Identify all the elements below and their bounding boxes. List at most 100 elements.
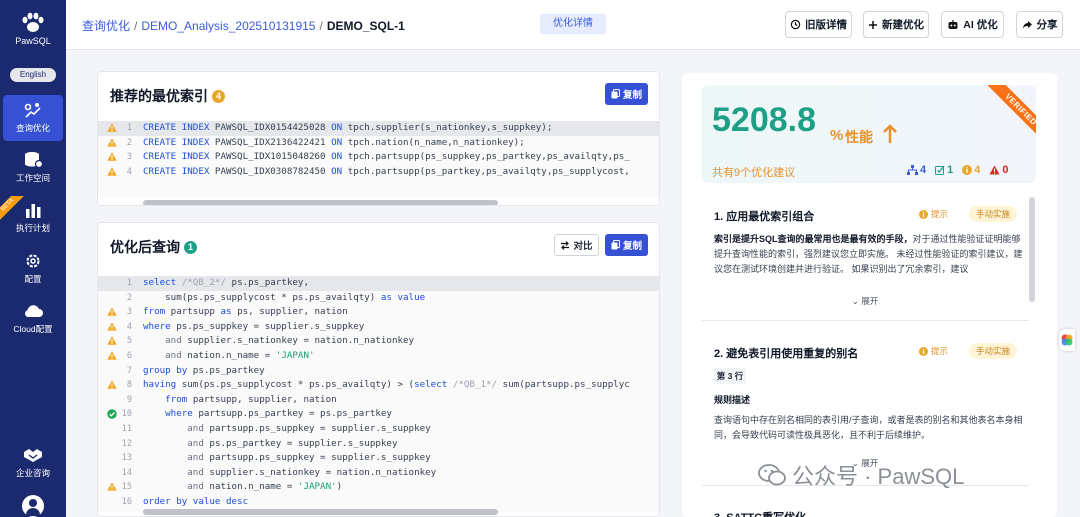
- query-optimize-icon: [24, 103, 41, 118]
- legacy-detail-button[interactable]: 旧版详情: [785, 11, 852, 38]
- breadcrumb-query-optimize[interactable]: 查询优化: [82, 19, 130, 33]
- beta-badge: BETA: [0, 196, 24, 220]
- suggestion-stats: 4 1 4 0: [907, 164, 1009, 176]
- code-line: 3 from partsupp as ps, supplier, nation: [98, 305, 659, 320]
- nav-config[interactable]: 配置: [3, 246, 63, 292]
- floating-assistant-button[interactable]: [1059, 329, 1075, 351]
- code-line: 14 and supplier.s_nationkey = nation.n_n…: [121, 466, 437, 478]
- stat-index: 4: [907, 164, 926, 176]
- new-optimize-button[interactable]: 新建优化: [863, 11, 929, 38]
- top-bar: 查询优化 / DEMO_Analysis_202510131915/DEMO_SQL…: [66, 0, 1080, 50]
- nav-label: 执行计划: [15, 223, 50, 233]
- suggestion-2-tip: 提示: [919, 345, 948, 357]
- nav-label: 企业咨询: [15, 468, 50, 478]
- edit-check-icon: [935, 165, 945, 175]
- detail-tag: 优化详情: [540, 14, 606, 34]
- swap-arrows-icon: [561, 240, 570, 250]
- pinwheel-icon: [1061, 334, 1073, 346]
- arrow-up-icon: [883, 124, 897, 143]
- check-circle-icon: [107, 409, 117, 420]
- nav-label: 配置: [24, 274, 42, 284]
- warning-triangle-icon: [107, 336, 117, 346]
- copy-index-button[interactable]: 复制: [605, 83, 648, 105]
- user-avatar[interactable]: [22, 495, 44, 517]
- suggestion-count: 共有9个优化建议: [712, 167, 796, 179]
- performance-summary: 5208.8 % 性能 共有9个优化建议 4 1 4 0 VERIFIED: [702, 85, 1036, 183]
- nav-query-optimize[interactable]: 查询优化: [3, 95, 63, 141]
- warning-triangle-icon: [107, 137, 117, 147]
- brand-name: PawSQL: [15, 36, 51, 46]
- compare-label: 对比: [573, 241, 593, 252]
- code-line: 1 select /*QB_2*/ ps.ps_partkey,: [98, 276, 659, 291]
- warning-triangle-icon: [107, 167, 117, 176]
- index-code-editor[interactable]: 1 CREATE INDEX PAWSQL_IDX0154425028 ON tp…: [98, 121, 659, 197]
- code-line: 13 and partsupp.ps_suppkey = supplier.s_…: [121, 452, 431, 464]
- warning-triangle-icon: [107, 351, 117, 360]
- optimization-summary-panel: 5208.8 % 性能 共有9个优化建议 4 1 4 0 VERIFIED 1.…: [682, 73, 1057, 517]
- suggestion-1-body: 索引是提升SQL查询的最常用也是最有效的手段，对于通过性能验证证明能够提升查询性…: [714, 234, 1023, 274]
- stat-rewrite: 1: [935, 164, 953, 176]
- suggestion-list-scrollbar[interactable]: [1029, 197, 1035, 302]
- performance-value: 5208.8: [712, 101, 816, 139]
- code-line: 3 CREATE INDEX PAWSQL_IDX1015048260 ON tp…: [98, 150, 659, 165]
- code-line: 7 group by ps.ps_partkey: [126, 364, 265, 376]
- share-label: 分享: [1036, 19, 1058, 31]
- gear-icon: [26, 254, 40, 268]
- paw-logo-icon: [22, 12, 44, 32]
- warning-triangle-icon: [107, 123, 117, 132]
- code-line: 6 and nation.n_name = 'JAPAN': [98, 349, 659, 364]
- nav-workspace[interactable]: 工作空间: [3, 145, 63, 191]
- suggestion-2-title[interactable]: 2. 避免表引用使用重复的别名: [714, 345, 858, 361]
- optimized-query-title: 优化后查询 1: [110, 237, 197, 257]
- query-code-editor[interactable]: 1 select /*QB_2*/ ps.ps_partkey, 2 sum(ps.…: [98, 276, 659, 512]
- query-code-hscrollbar[interactable]: [143, 509, 498, 515]
- info-circle-icon: [962, 165, 973, 175]
- code-line: 12 and ps.ps_partkey = supplier.s_suppke…: [121, 437, 398, 449]
- wechat-icon: [758, 464, 786, 486]
- suggestion-1-tip: 提示: [919, 208, 948, 220]
- sidebar: PawSQL English 查询优化 工作空间 执行计划 BETA 配置 Cl…: [0, 0, 66, 517]
- nav-label: Cloud配置: [13, 324, 53, 334]
- share-button[interactable]: 分享: [1016, 11, 1063, 38]
- suggestion-2-body: 查询语句中存在别名相同的表引用/子查询，或者是表的别名和其他表名本身相同，会导致…: [714, 415, 1023, 440]
- copy-icon: [611, 240, 620, 250]
- cloud-icon: [25, 305, 43, 317]
- code-line: 15 and nation.n_name = 'JAPAN'): [98, 480, 659, 495]
- ai-optimize-button[interactable]: AI 优化: [941, 11, 1004, 38]
- copy-query-button[interactable]: 复制: [605, 234, 648, 256]
- code-line: 10 where partsupp.ps_partkey = ps.ps_par…: [98, 407, 659, 422]
- stat-tip: 4: [962, 164, 980, 176]
- brand-logo[interactable]: PawSQL: [0, 12, 66, 46]
- warning-triangle-icon: [107, 322, 117, 331]
- code-line: 2 sum(ps.ps_supplycost * ps.ps_availqty)…: [126, 291, 426, 303]
- nav-enterprise-consult[interactable]: 企业咨询: [3, 440, 63, 486]
- copy-icon: [611, 89, 620, 99]
- recommended-index-title: 推荐的最优索引 4: [110, 86, 225, 106]
- stat-error: 0: [989, 164, 1009, 176]
- warning-triangle-icon: [989, 165, 1000, 175]
- ai-optimize-label: AI 优化: [963, 19, 998, 31]
- suggestion-1-title[interactable]: 1. 应用最优索引组合: [714, 208, 814, 224]
- sitemap-icon: [907, 165, 918, 175]
- optimized-query-card: 优化后查询 1 对比 复制 1 select /*QB_2*/ ps.ps_part…: [97, 222, 660, 517]
- compare-button[interactable]: 对比: [554, 234, 599, 256]
- nav-cloud-config[interactable]: Cloud配置: [3, 296, 63, 342]
- performance-unit: %: [830, 127, 844, 144]
- suggestion-3-title[interactable]: 3. SATTC重写优化: [714, 509, 806, 517]
- robot-icon: [948, 20, 958, 29]
- code-line: 4 where ps.ps_suppkey = supplier.s_suppke…: [98, 320, 659, 335]
- breadcrumb: 查询优化 / DEMO_Analysis_202510131915/DEMO_SQL…: [82, 19, 405, 33]
- warning-triangle-icon: [107, 482, 117, 492]
- nav-label: 工作空间: [15, 173, 50, 183]
- index-code-hscrollbar[interactable]: [143, 200, 498, 205]
- copy-label: 复制: [622, 241, 642, 252]
- breadcrumb-analysis[interactable]: DEMO_Analysis_202510131915: [141, 19, 315, 33]
- index-count-badge: 4: [212, 90, 225, 103]
- share-icon: [1022, 20, 1032, 29]
- code-line: 4 CREATE INDEX PAWSQL_IDX0308782450 ON tp…: [98, 165, 659, 180]
- warning-triangle-icon: [107, 307, 117, 316]
- suggestion-1-manual-tag: 手动实施: [969, 206, 1017, 222]
- suggestion-1-expand[interactable]: ⌄ 展开: [845, 294, 885, 308]
- info-circle-icon: [919, 346, 928, 356]
- language-switch[interactable]: English: [10, 68, 56, 82]
